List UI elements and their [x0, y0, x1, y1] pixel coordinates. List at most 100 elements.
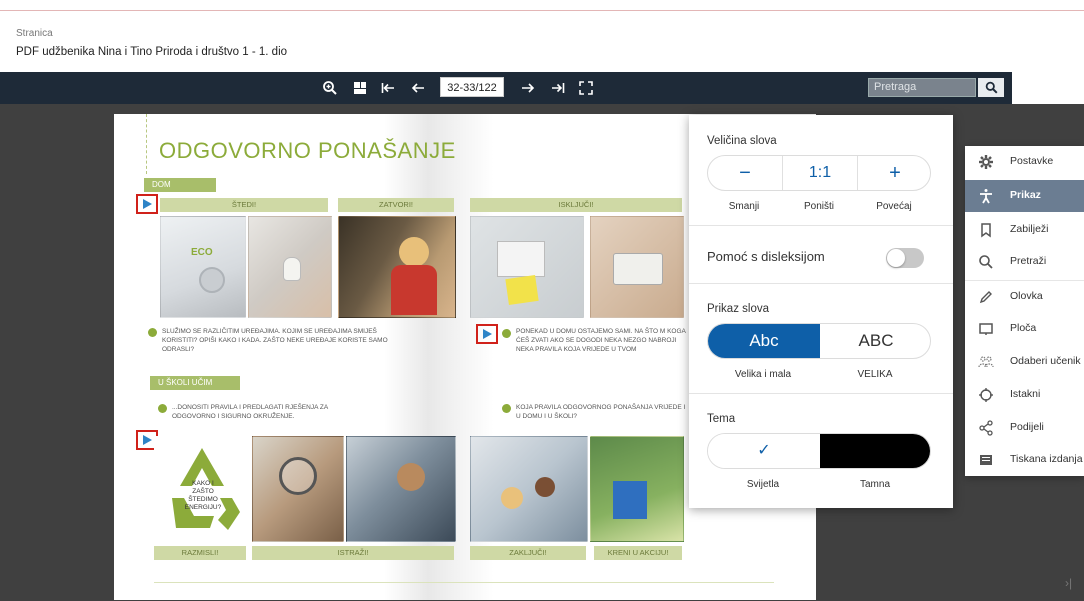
bullet-icon [502, 404, 511, 413]
sidebar-item-label: Tiskana izdanja [1010, 453, 1083, 465]
play-icon [143, 199, 152, 209]
sidebar-item-istakni[interactable]: Istakni [965, 379, 1084, 411]
decrease-font-label: Smanji [728, 201, 760, 212]
dial-shape [199, 267, 225, 293]
mixed-case-option[interactable]: Abc [708, 324, 820, 358]
zoom-in-icon[interactable] [322, 80, 338, 96]
sidebar-item-label: Zabilježi [1010, 223, 1049, 235]
photo-light-switch [470, 216, 584, 318]
students-icon [978, 354, 994, 370]
light-theme-label: Svijetla [746, 479, 780, 490]
prev-page-icon[interactable] [410, 80, 426, 96]
switch-plate-shape [497, 241, 545, 277]
column-header-zatvori: ZATVORI! [338, 198, 454, 212]
photo-classroom [470, 436, 588, 542]
photo-magnifier-girl [252, 436, 344, 542]
decrease-font-button[interactable]: − [708, 156, 782, 190]
caption-text-1: SLUŽIMO SE RAZLIČITIM UREĐAJIMA. KOJIM S… [162, 328, 388, 353]
play-button-2[interactable] [476, 324, 498, 344]
photo-girl-fridge [338, 216, 456, 318]
divider [689, 283, 953, 284]
sidebar-item-prikaz[interactable]: Prikaz [965, 180, 1084, 212]
sidebar-item-ploca[interactable]: Ploča [965, 313, 1084, 345]
recycling-bin-shape [613, 481, 647, 519]
font-size-label: Veličina slova [707, 135, 777, 147]
accessibility-icon [978, 188, 994, 204]
increase-font-label: Povećaj [876, 201, 912, 212]
theme-control: ✓ [707, 433, 931, 469]
first-page-icon[interactable] [380, 80, 396, 96]
grid-icon[interactable] [352, 80, 368, 96]
photo-recycling-bin [590, 436, 684, 542]
lightbulb-shape [283, 257, 301, 281]
sidebar-item-tiskana-izdanja[interactable]: Tiskana izdanja [965, 444, 1084, 476]
page-footer-line [154, 582, 774, 583]
play-icon [143, 435, 152, 445]
font-case-control: Abc ABC [707, 323, 931, 359]
section-tag-skola: U ŠKOLI UČIM [150, 376, 240, 390]
caption-text-2: PONEKAD U DOMU OSTAJEMO SAMI. NA ŠTO M K… [516, 328, 686, 353]
column-header-razmisli: RAZMISLI! [154, 546, 246, 560]
dyslexia-label: Pomoć s disleksijom [707, 249, 825, 264]
upper-case-option[interactable]: ABC [820, 324, 930, 358]
toggle-knob [887, 249, 905, 267]
sidebar-item-label: Ploča [1010, 322, 1037, 334]
upper-case-label: VELIKA [857, 369, 893, 380]
sidebar-item-label: Odaberi učenik [1010, 355, 1081, 367]
photo-thermostat [590, 216, 684, 318]
sidebar-item-label: Istakni [1010, 388, 1041, 400]
search-icon [978, 254, 994, 270]
sticky-note-shape [505, 275, 539, 305]
column-header-istrazi: ISTRAŽI! [252, 546, 454, 560]
sidebar-item-zabiljezi[interactable]: Zabilježi [965, 214, 1084, 246]
photo-lightbulb [248, 216, 332, 318]
column-header-stedi: ŠTEDI! [160, 198, 328, 212]
increase-font-button[interactable]: + [858, 156, 930, 190]
dark-theme-label: Tamna [859, 479, 890, 490]
sidebar-item-odaberi-ucenika[interactable]: Odaberi učenik [965, 346, 1084, 378]
decorative-dash [146, 114, 148, 174]
book-chapter-title: ODGOVORNO PONAŠANJE [159, 138, 456, 163]
search-button[interactable] [978, 78, 1004, 97]
search-icon [985, 81, 998, 94]
sidebar-item-postavke[interactable]: Postavke [965, 146, 1084, 178]
sidebar-item-label: Pretraži [1010, 255, 1047, 267]
top-divider [0, 10, 1084, 11]
child-head-shape [501, 487, 523, 509]
sidebar-item-label: Prikaz [1010, 189, 1041, 201]
viewer-corner-icon[interactable]: ›| [1065, 576, 1072, 590]
bullet-icon [502, 329, 511, 338]
sidebar-item-podijeli[interactable]: Podijeli [965, 412, 1084, 444]
recycle-text: KAKO I ZAŠTO ŠTEDIMO ENERGIJU? [184, 480, 222, 511]
play-button-1[interactable] [136, 194, 158, 214]
next-page-icon[interactable] [520, 80, 536, 96]
divider [689, 393, 953, 394]
viewer-toolbar [0, 72, 1012, 104]
photo-boy-studying [346, 436, 456, 542]
sidebar-item-olovka[interactable]: Olovka [965, 281, 1084, 313]
search-input[interactable]: Pretraga [868, 78, 976, 97]
display-settings-panel: Veličina slova − 1:1 + Smanji Poništi Po… [689, 115, 953, 508]
column-header-iskljuci: ISKLJUČI! [470, 198, 682, 212]
font-size-control: − 1:1 + [707, 155, 931, 191]
child-head-shape [397, 463, 425, 491]
reset-font-button[interactable]: 1:1 [782, 156, 858, 190]
child-head-shape [399, 237, 429, 267]
dyslexia-toggle[interactable] [886, 248, 924, 268]
light-theme-option[interactable]: ✓ [708, 434, 820, 468]
magnifier-shape [279, 457, 317, 495]
tools-sidebar: Postavke Prikaz Zabilježi Pretraži Olovk… [965, 146, 1084, 476]
sidebar-item-label: Olovka [1010, 290, 1043, 302]
print-edition-icon [978, 452, 994, 468]
breadcrumb: Stranica [16, 28, 53, 39]
sidebar-item-label: Podijeli [1010, 421, 1044, 433]
caption-text-4: KOJA PRAVILA ODGOVORNOG PONAŠANJA VRIJED… [516, 404, 686, 420]
sidebar-item-pretrazi[interactable]: Pretraži [965, 246, 1084, 278]
last-page-icon[interactable] [550, 80, 566, 96]
column-header-zakljuci: ZAKLJUČI! [470, 546, 586, 560]
reset-font-label: Poništi [803, 201, 834, 212]
page-indicator-input[interactable]: 32-33/122 [440, 77, 504, 97]
dark-theme-option[interactable] [820, 434, 930, 468]
play-icon [483, 329, 492, 339]
fullscreen-icon[interactable] [578, 80, 594, 96]
